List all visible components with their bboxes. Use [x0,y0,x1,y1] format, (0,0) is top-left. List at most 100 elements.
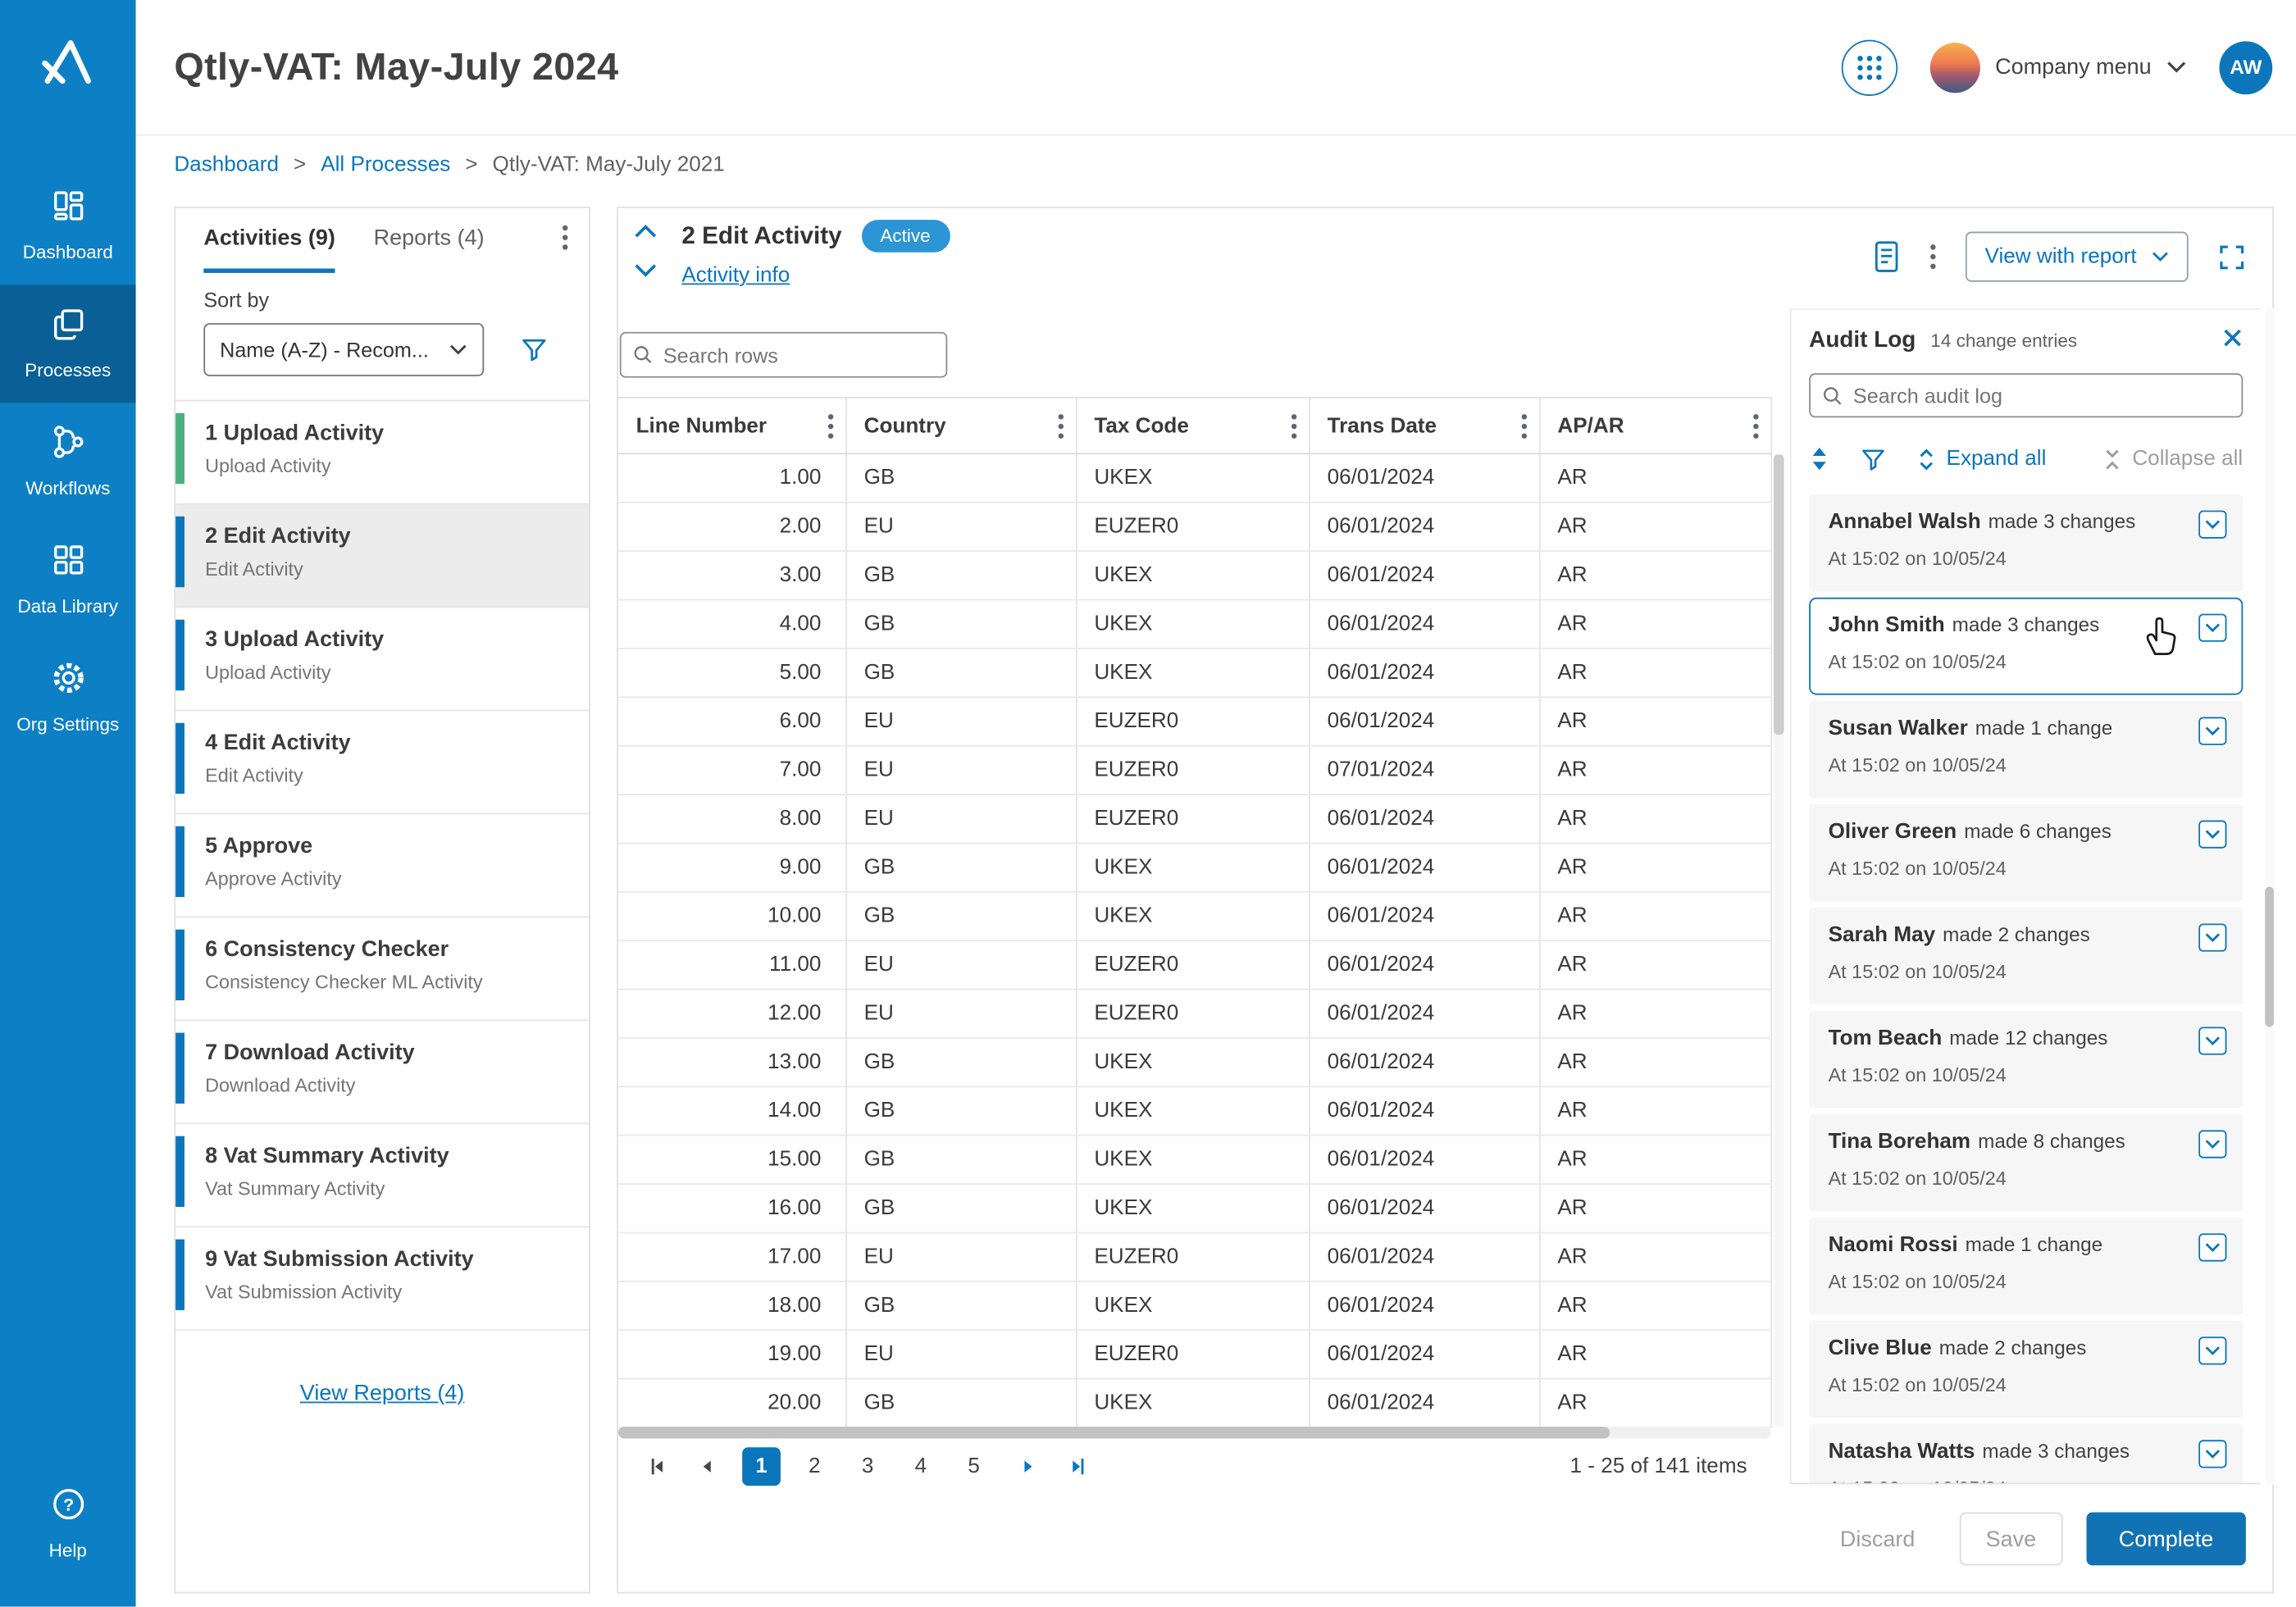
scrollbar-thumb[interactable] [2265,886,2274,1027]
table-row[interactable]: 18.00 GB UKEX 06/01/2024 AR [618,1282,1770,1330]
audit-entry-expand-button[interactable] [2198,1440,2226,1468]
page-number-button[interactable]: 2 [795,1447,834,1486]
column-header[interactable]: Tax Code [1076,398,1309,453]
table-row[interactable]: 17.00 EU EUZER0 06/01/2024 AR [618,1232,1770,1281]
sidebar-item-help[interactable]: ? Help [0,1465,136,1583]
table-row[interactable]: 11.00 EU EUZER0 06/01/2024 AR [618,940,1770,989]
column-header[interactable]: Line Number [618,398,845,453]
save-button[interactable]: Save [1959,1512,2062,1565]
page-number-button[interactable]: 3 [849,1447,887,1486]
company-menu[interactable]: Company menu [1930,42,2187,92]
audit-sort-button[interactable] [1809,445,1829,471]
audit-entry-expand-button[interactable] [2198,1027,2226,1054]
user-avatar[interactable]: AW [2219,40,2272,93]
table-row[interactable]: 8.00 EU EUZER0 06/01/2024 AR [618,794,1770,843]
audit-entry-expand-button[interactable] [2198,821,2226,849]
activity-list-item[interactable]: 2 Edit Activity Edit Activity [175,504,589,608]
table-row[interactable]: 2.00 EU EUZER0 06/01/2024 AR [618,503,1770,551]
audit-entry-expand-button[interactable] [2198,1233,2226,1261]
sidebar-item-processes[interactable]: Processes [0,285,136,403]
kebab-icon[interactable] [827,412,833,439]
column-header[interactable]: AP/AR [1539,398,1771,453]
collapse-all-button[interactable]: Collapse all [2102,446,2243,471]
tab[interactable]: Reports (4) [374,208,485,273]
page-number-button[interactable]: 4 [901,1447,940,1486]
audit-search-input[interactable] [1853,384,2230,407]
kebab-icon[interactable] [1520,412,1526,439]
audit-entry[interactable]: Sarah Maymade 2 changes At 15:02 on 10/0… [1809,908,2243,1005]
expand-all-button[interactable]: Expand all [1917,446,2047,471]
panel-kebab-button[interactable] [563,224,568,257]
activity-list-item[interactable]: 4 Edit Activity Edit Activity [175,711,589,814]
kebab-icon[interactable] [1752,412,1758,439]
audit-entry-expand-button[interactable] [2198,1130,2226,1158]
table-row[interactable]: 20.00 GB UKEX 06/01/2024 AR [618,1379,1770,1427]
activity-list-item[interactable]: 1 Upload Activity Upload Activity [175,401,589,504]
audit-entry[interactable]: Oliver Greenmade 6 changes At 15:02 on 1… [1809,804,2243,902]
audit-entry[interactable]: Clive Bluemade 2 changes At 15:02 on 10/… [1809,1321,2243,1418]
sort-dropdown[interactable]: Name (A-Z) - Recom... [203,323,484,376]
audit-entry[interactable]: Naomi Rossimade 1 change At 15:02 on 10/… [1809,1218,2243,1315]
last-page-button[interactable] [1058,1447,1099,1486]
scrollbar-thumb[interactable] [618,1427,1610,1438]
apps-grid-button[interactable] [1842,39,1897,95]
chevron-down-icon[interactable] [633,262,658,279]
activity-info-link[interactable]: Activity info [681,264,790,288]
audit-entry-expand-button[interactable] [2198,511,2226,539]
kebab-icon[interactable] [1057,412,1063,439]
audit-scrollbar[interactable] [2265,308,2274,1484]
activity-list-item[interactable]: 5 Approve Approve Activity [175,814,589,917]
sidebar-item-workflows[interactable]: Workflows [0,403,136,521]
tab[interactable]: Activities (9) [203,208,335,273]
table-row[interactable]: 5.00 GB UKEX 06/01/2024 AR [618,649,1770,697]
table-search-input[interactable] [663,343,934,366]
page-number-button[interactable]: 5 [954,1447,993,1486]
view-with-report-button[interactable]: View with report [1966,232,2189,282]
activity-list-item[interactable]: 3 Upload Activity Upload Activity [175,608,589,711]
table-row[interactable]: 13.00 GB UKEX 06/01/2024 AR [618,1038,1770,1086]
activities-filter-button[interactable] [519,335,549,364]
activity-list-item[interactable]: 9 Vat Submission Activity Vat Submission… [175,1227,589,1331]
table-row[interactable]: 12.00 EU EUZER0 06/01/2024 AR [618,990,1770,1038]
chevron-up-icon[interactable] [633,223,658,239]
table-row[interactable]: 10.00 GB UKEX 06/01/2024 AR [618,892,1770,940]
table-row[interactable]: 3.00 GB UKEX 06/01/2024 AR [618,551,1770,599]
audit-close-button[interactable] [2222,327,2243,355]
first-page-button[interactable] [636,1447,677,1486]
table-row[interactable]: 6.00 EU EUZER0 06/01/2024 AR [618,697,1770,745]
next-page-button[interactable] [1008,1447,1049,1486]
table-row[interactable]: 16.00 GB UKEX 06/01/2024 AR [618,1184,1770,1232]
table-row[interactable]: 9.00 GB UKEX 06/01/2024 AR [618,843,1770,891]
activity-list-item[interactable]: 6 Consistency Checker Consistency Checke… [175,917,589,1021]
column-header[interactable]: Country [845,398,1076,453]
sidebar-item-org-settings[interactable]: Org Settings [0,639,136,757]
table-vertical-scrollbar[interactable] [1774,454,1784,1427]
table-row[interactable]: 15.00 GB UKEX 06/01/2024 AR [618,1136,1770,1184]
audit-entry-expand-button[interactable] [2198,1336,2226,1364]
audit-entry[interactable]: Natasha Wattsmade 3 changes At 15:02 on … [1809,1424,2243,1485]
kebab-icon[interactable] [1291,412,1296,439]
view-reports-link[interactable]: View Reports (4) [300,1381,465,1406]
audit-entry[interactable]: Annabel Walshmade 3 changes At 15:02 on … [1809,494,2243,592]
audit-entry-expand-button[interactable] [2198,923,2226,951]
table-row[interactable]: 14.00 GB UKEX 06/01/2024 AR [618,1086,1770,1135]
audit-filter-button[interactable] [1859,445,1887,473]
page-number-button[interactable]: 1 [742,1447,781,1486]
sidebar-item-data-library[interactable]: Data Library [0,521,136,639]
audit-entry[interactable]: Tina Borehammade 8 changes At 15:02 on 1… [1809,1114,2243,1212]
audit-entry[interactable]: Susan Walkermade 1 change At 15:02 on 10… [1809,701,2243,799]
breadcrumb-link-all-processes[interactable]: All Processes [321,153,450,177]
activity-list-item[interactable]: 7 Download Activity Download Activity [175,1021,589,1124]
column-header[interactable]: Trans Date [1309,398,1539,453]
prev-page-button[interactable] [686,1447,727,1486]
breadcrumb-link-dashboard[interactable]: Dashboard [174,153,279,177]
table-row[interactable]: 4.00 GB UKEX 06/01/2024 AR [618,599,1770,648]
document-button[interactable] [1873,240,1901,273]
discard-button[interactable]: Discard [1840,1527,1916,1552]
fullscreen-button[interactable] [2218,243,2246,271]
toolbar-kebab-button[interactable] [1930,244,1936,270]
audit-entry[interactable]: John Smithmade 3 changes At 15:02 on 10/… [1809,598,2243,695]
table-row[interactable]: 19.00 EU EUZER0 06/01/2024 AR [618,1330,1770,1378]
audit-entry-expand-button[interactable] [2198,614,2226,642]
audit-entry[interactable]: Tom Beachmade 12 changes At 15:02 on 10/… [1809,1011,2243,1109]
